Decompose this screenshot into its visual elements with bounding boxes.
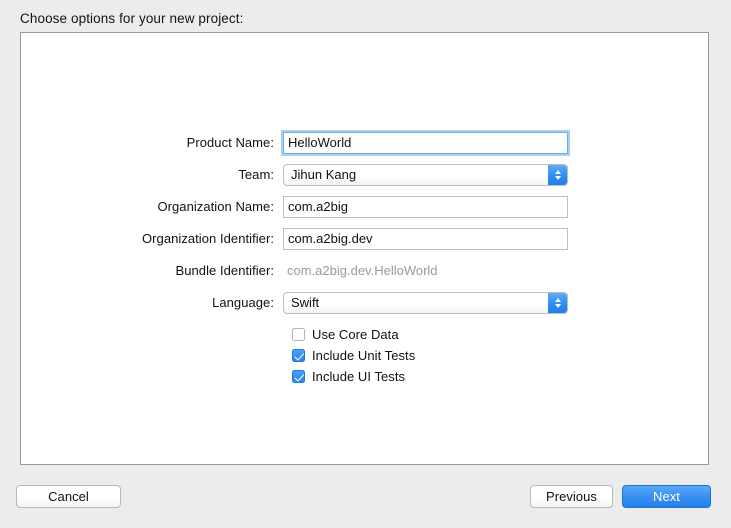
form-row-product-name: Product Name: (21, 129, 708, 156)
language-select-value: Swift (291, 294, 320, 310)
bundle-identifier-label: Bundle Identifier: (175, 263, 274, 278)
team-label: Team: (238, 167, 274, 182)
language-select[interactable]: Swift (283, 291, 568, 314)
language-label: Language: (212, 295, 274, 310)
previous-button[interactable]: Previous (530, 485, 613, 508)
bundle-identifier-control: com.a2big.dev.HelloWorld (283, 260, 568, 282)
language-control: Swift (283, 291, 568, 314)
checkbox-label-include-unit-tests: Include Unit Tests (312, 348, 416, 363)
checkbox-row-include-ui-tests[interactable]: Include UI Tests (292, 367, 708, 386)
checkbox-use-core-data[interactable] (292, 328, 305, 341)
options-panel: Product Name: Team: Jihun Kang Organizat… (20, 32, 709, 465)
organization-identifier-label: Organization Identifier: (142, 231, 274, 246)
product-name-input[interactable] (283, 131, 568, 154)
project-options-checkbox-group: Use Core Data Include Unit Tests Include… (21, 325, 708, 386)
bundle-identifier-value: com.a2big.dev.HelloWorld (287, 262, 438, 278)
checkbox-include-unit-tests[interactable] (292, 349, 305, 362)
form-row-organization-name: Organization Name: (21, 193, 708, 220)
chevron-updown-icon[interactable] (548, 164, 567, 185)
cancel-button[interactable]: Cancel (16, 485, 121, 508)
checkbox-row-include-unit-tests[interactable]: Include Unit Tests (292, 346, 708, 365)
organization-identifier-input[interactable] (283, 227, 568, 250)
chevron-updown-icon[interactable] (548, 292, 567, 313)
organization-name-control (283, 195, 568, 218)
project-options-form: Product Name: Team: Jihun Kang Organizat… (21, 129, 708, 388)
form-row-team: Team: Jihun Kang (21, 161, 708, 188)
form-row-language: Language: Swift (21, 289, 708, 316)
team-select[interactable]: Jihun Kang (283, 163, 568, 186)
organization-identifier-control (283, 227, 568, 250)
checkbox-label-include-ui-tests: Include UI Tests (312, 369, 406, 384)
dialog-prompt: Choose options for your new project: (20, 11, 244, 26)
checkbox-label-use-core-data: Use Core Data (312, 327, 399, 342)
team-control: Jihun Kang (283, 163, 568, 186)
next-button[interactable]: Next (622, 485, 711, 508)
team-select-value: Jihun Kang (291, 166, 357, 182)
form-row-bundle-identifier: Bundle Identifier: com.a2big.dev.HelloWo… (21, 257, 708, 284)
product-name-label: Product Name: (186, 135, 274, 150)
organization-name-input[interactable] (283, 195, 568, 218)
checkbox-row-use-core-data[interactable]: Use Core Data (292, 325, 708, 344)
form-row-organization-identifier: Organization Identifier: (21, 225, 708, 252)
checkbox-include-ui-tests[interactable] (292, 370, 305, 383)
organization-name-label: Organization Name: (157, 199, 274, 214)
product-name-control (283, 131, 568, 154)
